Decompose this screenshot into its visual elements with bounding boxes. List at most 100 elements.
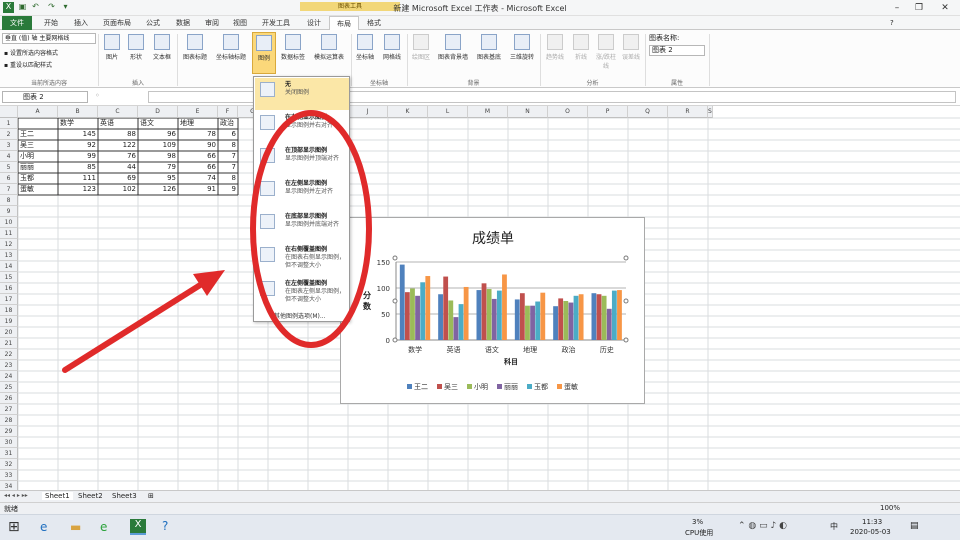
row-header[interactable]: 15 (0, 272, 18, 283)
tab-file[interactable]: 文件 (2, 16, 32, 30)
error-bars-button[interactable]: 误差线 (619, 32, 643, 74)
reset-style-button[interactable]: ▪ 重设以匹配样式 (4, 60, 52, 69)
table-header-cell[interactable]: 政治 (218, 118, 238, 129)
table-cell[interactable]: 44 (98, 162, 138, 173)
sheet-nav-icon[interactable]: ◂◂ ◂ ▸ ▸▸ (4, 492, 28, 499)
column-header[interactable]: F (218, 106, 238, 118)
chart-object[interactable]: 成绩单 0 50 100 150 分数数学 英语 语文 地理 政治 历史 科目 王二 吴三 小明 丽丽 玉都 蛋敏 (340, 217, 645, 404)
table-cell[interactable]: 123 (58, 184, 98, 195)
row-header[interactable]: 22 (0, 349, 18, 360)
column-header[interactable]: K (388, 106, 428, 118)
tab-view[interactable]: 视图 (226, 16, 254, 30)
table-cell[interactable]: 102 (98, 184, 138, 195)
table-cell[interactable]: 145 (58, 129, 98, 140)
legend-button[interactable]: 图例 (252, 32, 276, 74)
table-cell[interactable]: 6 (218, 129, 238, 140)
row-header[interactable]: 17 (0, 294, 18, 305)
table-cell[interactable]: 95 (138, 173, 178, 184)
format-selection-button[interactable]: ▪ 设置所选内容格式 (4, 48, 58, 57)
tab-developer[interactable]: 开发工具 (256, 16, 296, 30)
table-header-cell[interactable]: 数学 (58, 118, 98, 129)
row-header[interactable]: 21 (0, 338, 18, 349)
row-header[interactable]: 10 (0, 217, 18, 228)
row-header[interactable]: 9 (0, 206, 18, 217)
column-header[interactable]: S (708, 106, 713, 118)
row-header[interactable]: 12 (0, 239, 18, 250)
table-cell[interactable]: 66 (178, 162, 218, 173)
row-header[interactable]: 4 (0, 151, 18, 162)
insert-textbox-button[interactable]: 文本框 (149, 32, 175, 74)
table-cell[interactable]: 76 (98, 151, 138, 162)
lines-button[interactable]: 折线 (569, 32, 593, 74)
tab-design[interactable]: 设计 (300, 16, 328, 30)
row-header[interactable]: 27 (0, 404, 18, 415)
row-header[interactable]: 33 (0, 470, 18, 481)
table-cell[interactable]: 小明 (18, 151, 58, 162)
row-header[interactable]: 11 (0, 228, 18, 239)
row-header[interactable]: 30 (0, 437, 18, 448)
column-header[interactable]: B (58, 106, 98, 118)
table-cell[interactable]: 96 (138, 129, 178, 140)
table-header-cell[interactable]: 地理 (178, 118, 218, 129)
column-header[interactable]: L (428, 106, 468, 118)
tab-insert[interactable]: 插入 (66, 16, 96, 30)
table-cell[interactable]: 85 (58, 162, 98, 173)
tray-icons[interactable]: ⌃ ◍ ▭ ♪ ◐ (738, 521, 787, 531)
table-cell[interactable]: 9 (218, 184, 238, 195)
row-header[interactable]: 7 (0, 184, 18, 195)
axes-button[interactable]: 坐标轴 (353, 32, 377, 74)
column-header[interactable]: M (468, 106, 508, 118)
table-cell[interactable]: 109 (138, 140, 178, 151)
table-cell[interactable]: 98 (138, 151, 178, 162)
sheet-tab-1[interactable]: Sheet1 (42, 492, 73, 500)
table-cell[interactable]: 丽丽 (18, 162, 58, 173)
column-header[interactable]: R (668, 106, 708, 118)
select-all-corner[interactable] (0, 106, 18, 118)
table-cell[interactable]: 蛋敏 (18, 184, 58, 195)
table-cell[interactable]: 79 (138, 162, 178, 173)
3d-rotation-button[interactable]: 三维旋转 (506, 32, 538, 74)
row-header[interactable]: 29 (0, 426, 18, 437)
row-header[interactable]: 20 (0, 327, 18, 338)
table-cell[interactable]: 吴三 (18, 140, 58, 151)
help-icon[interactable]: ? (890, 19, 894, 27)
help-app-icon[interactable]: ? (162, 519, 168, 533)
fx-icon[interactable]: ◦ (95, 91, 103, 103)
insert-sheet-icon[interactable]: ⊞ (148, 492, 154, 500)
sheet-tab-3[interactable]: Sheet3 (112, 492, 137, 500)
column-header[interactable]: N (508, 106, 548, 118)
column-header[interactable]: E (178, 106, 218, 118)
insert-shapes-button[interactable]: 形状 (125, 32, 147, 74)
chart-element-dropdown[interactable]: 垂直 (值) 轴 主要网格线 (2, 33, 96, 44)
gridlines-button[interactable]: 网格线 (379, 32, 405, 74)
tab-page-layout[interactable]: 页面布局 (97, 16, 137, 30)
table-cell[interactable]: 8 (218, 173, 238, 184)
table-cell[interactable]: 7 (218, 151, 238, 162)
row-header[interactable]: 18 (0, 305, 18, 316)
row-header[interactable]: 14 (0, 261, 18, 272)
maximize-button[interactable]: ❐ (908, 1, 930, 15)
row-header[interactable]: 25 (0, 382, 18, 393)
tab-data[interactable]: 数据 (168, 16, 198, 30)
updown-bars-button[interactable]: 涨/跌柱线 (594, 32, 618, 74)
tab-layout[interactable]: 布局 (329, 16, 359, 30)
excel-taskbar-icon[interactable]: X (130, 519, 146, 535)
windows-start-icon[interactable]: ⊞ (8, 519, 20, 535)
table-cell[interactable]: 91 (178, 184, 218, 195)
row-header[interactable]: 3 (0, 140, 18, 151)
table-cell[interactable]: 8 (218, 140, 238, 151)
close-button[interactable]: ✕ (934, 1, 956, 15)
edge-icon[interactable]: e (40, 520, 47, 534)
data-labels-button[interactable]: 数据标签 (278, 32, 308, 74)
plot-area-button[interactable]: 绘图区 (409, 32, 433, 74)
chart-wall-button[interactable]: 图表背景墙 (434, 32, 472, 74)
ie-icon[interactable]: e (100, 520, 107, 534)
row-header[interactable]: 26 (0, 393, 18, 404)
row-header[interactable]: 31 (0, 448, 18, 459)
column-header[interactable]: O (548, 106, 588, 118)
column-header[interactable]: Q (628, 106, 668, 118)
row-header[interactable]: 16 (0, 283, 18, 294)
trendline-button[interactable]: 趋势线 (542, 32, 568, 74)
table-cell[interactable]: 69 (98, 173, 138, 184)
data-table-button[interactable]: 模拟运算表 (309, 32, 349, 74)
